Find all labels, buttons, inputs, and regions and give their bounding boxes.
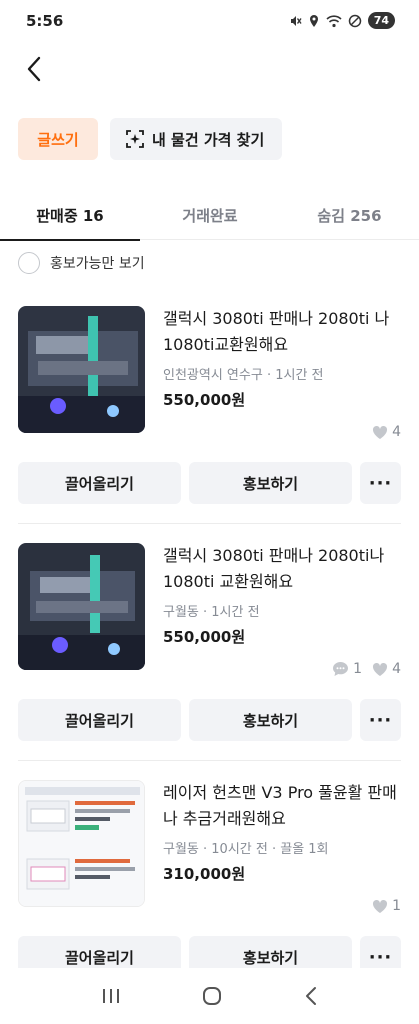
- recent-apps-icon[interactable]: [101, 987, 121, 1005]
- item-info: 레이저 헌츠맨 V3 Pro 풀윤활 판매나 추금거래원해요 구월동 · 10시…: [163, 780, 403, 884]
- item-meta: 인천광역시 연수구 · 1시간 전: [163, 368, 324, 383]
- back-button[interactable]: [18, 52, 50, 86]
- home-icon[interactable]: [202, 986, 222, 1006]
- tab-completed[interactable]: 거래완료: [140, 190, 280, 240]
- item-meta: 구월동 · 1시간 전: [163, 605, 260, 620]
- heart-icon: [373, 662, 388, 676]
- item-thumbnail: [18, 543, 145, 670]
- back-nav-icon[interactable]: [304, 986, 318, 1006]
- divider: [18, 760, 401, 761]
- item-stats: 1 4: [332, 661, 401, 677]
- item-stats: 4: [372, 424, 401, 440]
- bump-button[interactable]: 끌어올리기: [18, 699, 181, 741]
- chat-icon: [333, 662, 349, 676]
- bump-button[interactable]: 끌어올리기: [18, 462, 181, 504]
- item-actions: 끌어올리기 홍보하기 ···: [18, 699, 401, 741]
- wifi-icon: [326, 14, 342, 27]
- header-actions: 글쓰기 내 물건 가격 찾기: [18, 118, 283, 160]
- chevron-left-icon: [27, 56, 41, 82]
- like-count: 4: [392, 661, 401, 677]
- dnd-icon: [348, 14, 361, 27]
- status-tabs: 판매중 16 거래완료 숨김 256: [0, 190, 419, 241]
- item-price: 550,000원: [163, 628, 246, 646]
- item-actions: 끌어올리기 홍보하기 ···: [18, 462, 401, 504]
- item-title: 갤럭시 3080ti 판매나 2080ti 나 1080ti교환원해요: [163, 309, 390, 354]
- item-price: 310,000원: [163, 865, 246, 883]
- more-button[interactable]: ···: [360, 462, 401, 504]
- item-thumbnail: [18, 306, 145, 433]
- tab-hidden[interactable]: 숨김 256: [280, 190, 419, 240]
- filter-radio[interactable]: [18, 252, 40, 274]
- find-price-button[interactable]: 내 물건 가격 찾기: [110, 118, 283, 160]
- write-button[interactable]: 글쓰기: [18, 118, 98, 160]
- chat-count: 1: [353, 661, 363, 677]
- find-price-label: 내 물건 가격 찾기: [152, 130, 265, 149]
- tab-selling[interactable]: 판매중 16: [0, 190, 140, 241]
- status-bar: 5:56 74: [0, 0, 419, 44]
- promote-button[interactable]: 홍보하기: [189, 699, 352, 741]
- promotable-filter[interactable]: 홍보가능만 보기: [18, 252, 145, 274]
- item-thumbnail: [18, 780, 145, 907]
- item-meta: 구월동 · 10시간 전 · 끌올 1회: [163, 842, 329, 857]
- status-icons: 74: [288, 12, 395, 29]
- like-count: 4: [392, 424, 401, 440]
- mute-icon: [290, 15, 302, 26]
- like-count: 1: [392, 898, 401, 914]
- location-icon: [309, 14, 318, 27]
- item-info: 갤럭시 3080ti 판매나 2080ti 나 1080ti교환원해요 인천광역…: [163, 306, 403, 410]
- filter-label: 홍보가능만 보기: [50, 256, 145, 272]
- more-button[interactable]: ···: [360, 699, 401, 741]
- item-info: 갤럭시 3080ti 판매나 2080ti나 1080ti 교환원해요 구월동 …: [163, 543, 403, 647]
- system-nav-bar: [0, 968, 419, 1024]
- item-title: 레이저 헌츠맨 V3 Pro 풀윤활 판매나 추금거래원해요: [163, 783, 397, 828]
- scan-icon: [126, 130, 144, 148]
- battery-level: 74: [367, 12, 395, 29]
- item-price: 550,000원: [163, 391, 246, 409]
- item-stats: 1: [372, 898, 401, 914]
- promote-button[interactable]: 홍보하기: [189, 462, 352, 504]
- item-title: 갤럭시 3080ti 판매나 2080ti나 1080ti 교환원해요: [163, 546, 385, 591]
- divider: [18, 523, 401, 524]
- heart-icon: [373, 899, 388, 913]
- heart-icon: [373, 425, 388, 439]
- status-time: 5:56: [26, 12, 64, 30]
